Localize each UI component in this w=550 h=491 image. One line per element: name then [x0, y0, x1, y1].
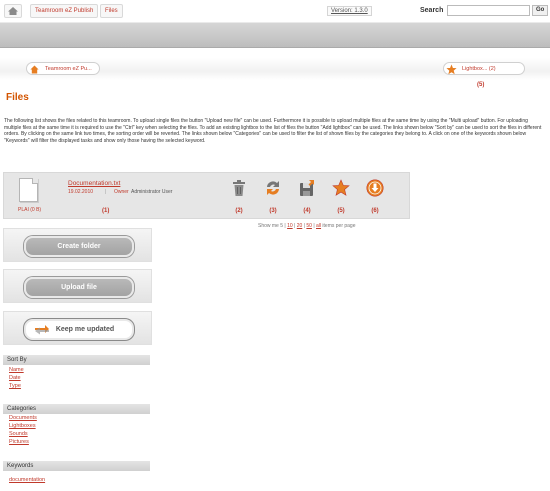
refresh-icon[interactable]	[264, 179, 282, 197]
category-lightboxes[interactable]: Lightboxes	[9, 423, 36, 429]
teamroom-pill-label: Teamroom eZ Pu...	[45, 66, 92, 72]
lightbox-number: (5)	[477, 82, 485, 88]
file-icon[interactable]	[19, 178, 38, 202]
file-date: 19.02.2010	[68, 189, 94, 195]
file-name-link[interactable]: Documentation.txt	[68, 180, 120, 187]
file-number: (1)	[102, 208, 110, 214]
keywords-header: Keywords	[3, 461, 150, 471]
upload-file-button[interactable]: Upload file	[24, 277, 134, 298]
paging-bar: Show me 5 | 10 | 20 | 50 | all items per…	[258, 223, 356, 229]
page-description: The following list shows the files relat…	[4, 118, 542, 144]
download-icon[interactable]	[366, 179, 384, 197]
create-folder-button[interactable]: Create folder	[24, 236, 134, 257]
breadcrumb-teamroom[interactable]: Teamroom eZ Publish	[30, 4, 99, 18]
star-icon	[446, 64, 457, 75]
sort-by-date[interactable]: Date	[9, 375, 21, 381]
category-pictures[interactable]: Pictures	[9, 439, 29, 445]
keep-updated-label: Keep me updated	[55, 326, 115, 333]
header-bar	[0, 22, 550, 48]
paging-option-10[interactable]: 10	[287, 223, 293, 229]
owner-label: Owner	[114, 189, 129, 195]
search-label: Search	[420, 7, 444, 14]
paging-suffix: items per page	[322, 223, 356, 229]
top-bar: Teamroom eZ Publish Files Version: 1.3.0…	[0, 0, 550, 20]
version-link[interactable]: Version: 1.3.0	[327, 6, 372, 16]
paging-option-50[interactable]: 50	[306, 223, 312, 229]
save-number: (4)	[303, 208, 311, 214]
category-documents[interactable]: Documents	[9, 415, 37, 421]
file-type-label: PLAI (0 B)	[18, 207, 42, 213]
trash-icon[interactable]	[230, 179, 248, 197]
trash-number: (2)	[235, 208, 243, 214]
teamroom-pill[interactable]: Teamroom eZ Pu...	[26, 62, 100, 75]
lightbox-pill-label: Lightbox... (2)	[462, 66, 496, 72]
refresh-number: (3)	[269, 208, 277, 214]
categories-header: Categories	[3, 404, 150, 414]
house-icon	[30, 65, 39, 74]
lightbox-pill[interactable]: Lightbox... (2)	[443, 62, 525, 75]
category-sounds[interactable]: Sounds	[9, 431, 28, 437]
star-icon[interactable]	[332, 179, 350, 197]
separator: |	[105, 189, 107, 195]
sort-by-header: Sort By	[3, 355, 150, 365]
save-icon[interactable]	[298, 179, 316, 197]
paging-option-20[interactable]: 20	[297, 223, 303, 229]
page-title: Files	[6, 92, 29, 103]
paging-prefix: Show me 5	[258, 223, 284, 229]
arrows-icon	[35, 325, 49, 335]
paging-option-all[interactable]: all	[316, 223, 321, 229]
sort-by-type[interactable]: Type	[9, 383, 21, 389]
keep-updated-button[interactable]: Keep me updated	[24, 319, 134, 340]
go-button[interactable]: Go	[532, 5, 549, 16]
breadcrumb-files[interactable]: Files	[100, 4, 123, 18]
keep-updated-box: Keep me updated	[3, 311, 152, 345]
home-icon	[8, 7, 18, 15]
search-input[interactable]	[447, 5, 530, 16]
file-row: PLAI (0 B) Documentation.txt 19.02.2010 …	[3, 172, 410, 219]
sort-by-name[interactable]: Name	[9, 367, 24, 373]
create-folder-box: Create folder	[3, 228, 152, 262]
star-number: (5)	[337, 208, 345, 214]
upload-file-box: Upload file	[3, 269, 152, 303]
download-number: (6)	[371, 208, 379, 214]
home-crumb[interactable]	[4, 4, 22, 18]
keyword-documentation[interactable]: documentation	[9, 477, 45, 483]
nav-row: Teamroom eZ Pu... Lightbox... (2)	[0, 58, 550, 80]
owner-name: Administrator User	[131, 189, 173, 195]
